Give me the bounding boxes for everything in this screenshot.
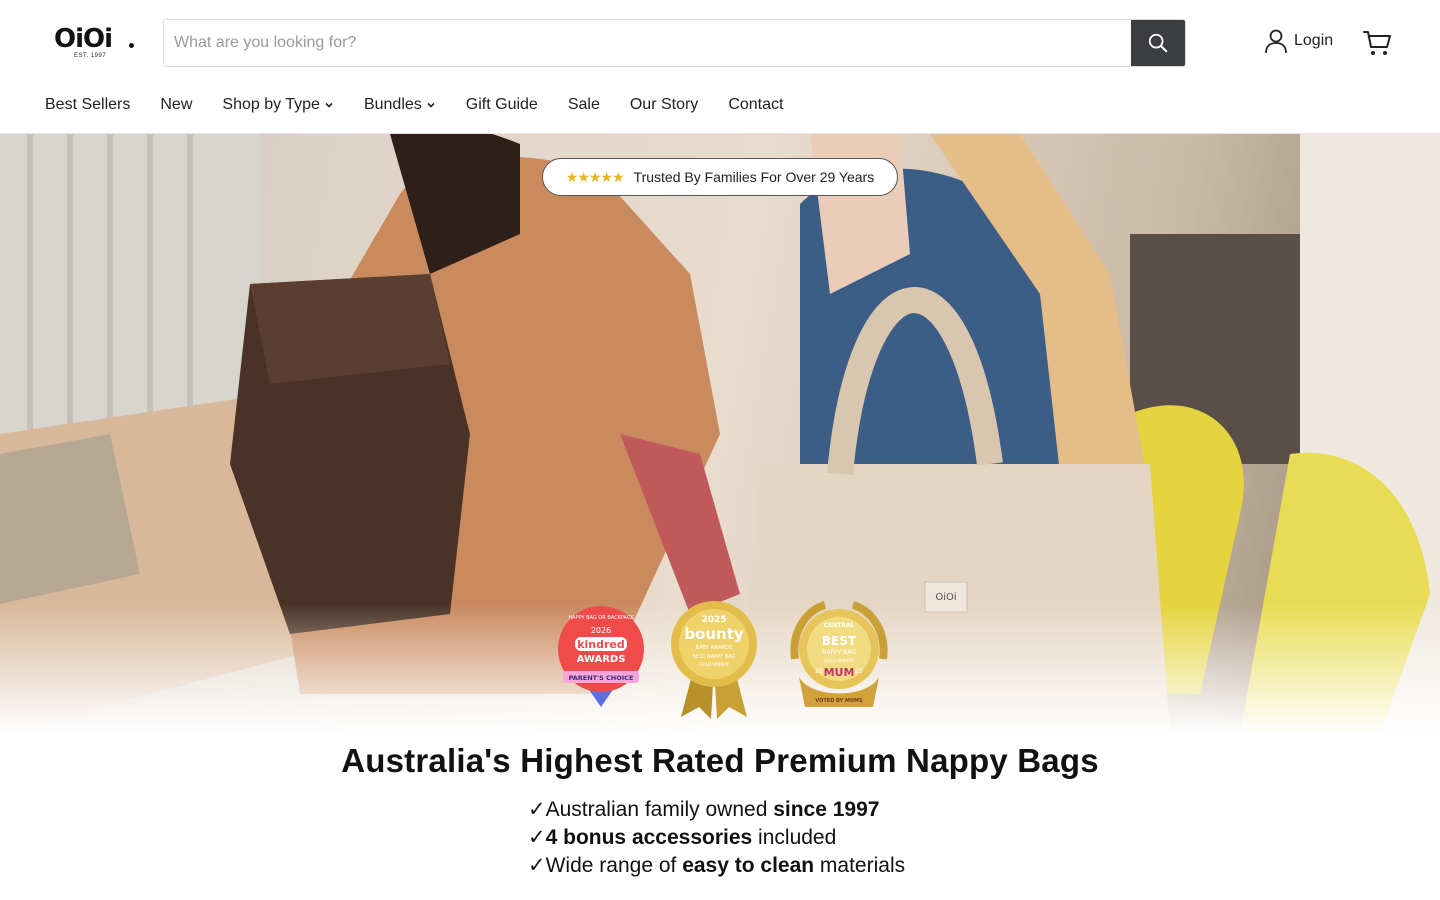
cart-icon — [1363, 31, 1391, 55]
check-icon: ✓ — [528, 826, 546, 849]
central-mum-award-badge: CENTRAL BEST NAPPY BAG GOLD WINNER MUM 2… — [790, 601, 888, 707]
kindred-top: HAPPY BAG OR BACKPACK — [568, 615, 634, 621]
nav-item-best-sellers[interactable]: Best Sellers — [45, 92, 130, 118]
page-headline: Australia's Highest Rated Premium Nappy … — [341, 742, 1099, 779]
feature-highlight: 4 bonus accessories — [545, 826, 753, 849]
feature-text-end: materials — [814, 854, 906, 877]
hero-banner[interactable]: OiOi ★★★★★ Trusted By Families For Over … — [0, 134, 1440, 734]
kindred-brand: kindred — [577, 638, 625, 651]
nav-label: Shop by Type — [222, 96, 320, 113]
check-icon: ✓ — [528, 798, 546, 821]
bounty-sub: BABY AWARDS — [696, 645, 732, 651]
nav-label: Bundles — [363, 96, 422, 113]
nav-item-gift-guide[interactable]: Gift Guide — [466, 92, 538, 118]
nav-label: Best Sellers — [45, 96, 131, 113]
check-icon: ✓ — [528, 854, 546, 877]
main-nav: Best Sellers New Shop by Type Bundles Gi… — [45, 92, 813, 118]
feature-item: ✓4 bonus accessories included — [528, 824, 905, 852]
nav-item-new[interactable]: New — [160, 92, 192, 118]
nav-item-our-story[interactable]: Our Story — [630, 92, 698, 118]
user-icon — [1265, 29, 1287, 54]
chevron-down-icon — [427, 102, 435, 108]
kindred-award-badge: HAPPY BAG OR BACKPACK 2026 kindred AWARD… — [558, 606, 644, 707]
mum-brand: MUM — [824, 666, 855, 679]
mum-year-right: 25 — [855, 668, 863, 675]
search-icon — [1148, 33, 1168, 53]
mum-year-left: 20 — [815, 668, 823, 675]
feature-item: ✓Wide range of easy to clean materials — [528, 852, 905, 880]
rating-stars: ★★★★★ — [565, 168, 625, 185]
nav-item-sale[interactable]: Sale — [568, 92, 600, 118]
svg-text:OiOi: OiOi — [935, 592, 956, 603]
nav-item-bundles[interactable]: Bundles — [364, 92, 436, 118]
kindred-ribbon: PARENT'S CHOICE — [569, 674, 634, 682]
trust-badge: ★★★★★ Trusted By Families For Over 29 Ye… — [542, 158, 898, 196]
nav-label: New — [160, 96, 193, 113]
kindred-title: AWARDS — [577, 654, 626, 665]
nav-label: Contact — [728, 96, 784, 113]
feature-list: ✓Australian family owned since 1997 ✓4 b… — [528, 796, 905, 880]
kindred-year: 2026 — [591, 626, 611, 635]
feature-text-end: included — [752, 826, 837, 849]
mum-sub: NAPPY BAG — [822, 649, 856, 656]
cart-button[interactable] — [1362, 28, 1392, 58]
feature-item: ✓Australian family owned since 1997 — [528, 796, 905, 824]
search-button[interactable] — [1131, 20, 1185, 66]
brand-logo[interactable]: OiOi EST. 1997 — [54, 26, 136, 60]
feature-text: Wide range of — [545, 854, 683, 877]
site-header: OiOi EST. 1997 Login Best Sellers New — [0, 0, 1440, 134]
nav-label: Our Story — [629, 96, 699, 113]
brand-est: EST. 1997 — [74, 53, 107, 59]
mum-top: CENTRAL — [824, 622, 855, 629]
feature-highlight: easy to clean — [682, 854, 815, 877]
bounty-title: BEST NAPPY BAG — [693, 654, 736, 660]
feature-text: Australian family owned — [545, 798, 774, 821]
trust-text: Trusted By Families For Over 29 Years — [633, 169, 875, 185]
bounty-award-badge: 2025 bounty BABY AWARDS BEST NAPPY BAG G… — [671, 601, 757, 719]
mum-title: BEST — [822, 634, 857, 648]
chevron-down-icon — [325, 102, 333, 108]
feature-highlight: since 1997 — [773, 798, 880, 821]
nav-label: Gift Guide — [465, 96, 538, 113]
mum-ribbon: GOLD WINNER — [824, 658, 853, 663]
login-link[interactable]: Login — [1264, 28, 1333, 54]
award-badges: HAPPY BAG OR BACKPACK 2026 kindred AWARD… — [555, 599, 897, 721]
search-bar — [163, 19, 1186, 67]
nav-label: Sale — [567, 96, 600, 113]
search-input[interactable] — [164, 20, 1131, 66]
brand-name: OiOi — [54, 24, 113, 54]
nav-item-shop-by-type[interactable]: Shop by Type — [222, 92, 334, 118]
nav-item-contact[interactable]: Contact — [728, 92, 783, 118]
bounty-brand: bounty — [684, 625, 744, 643]
login-label: Login — [1294, 32, 1334, 49]
logo-registered-dot — [129, 43, 134, 48]
bounty-year: 2025 — [701, 615, 726, 625]
mum-bottom: VOTED BY MUMS — [815, 698, 863, 704]
bounty-ribbon: GOLD WINNER — [699, 662, 728, 667]
